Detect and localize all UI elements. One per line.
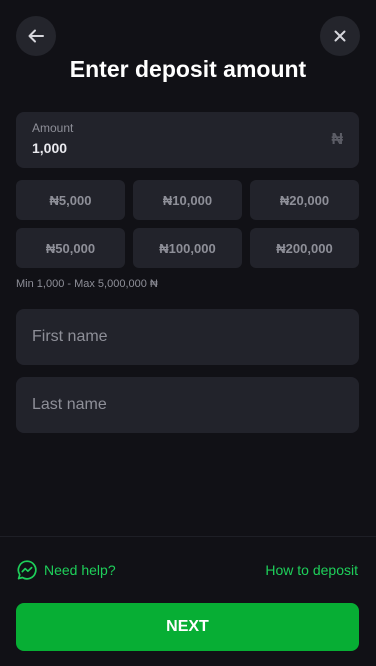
first-name-field[interactable]	[16, 309, 359, 365]
preset-10000-button[interactable]: ₦10,000	[133, 180, 242, 220]
amount-value[interactable]: 1,000	[32, 140, 67, 156]
deposit-screen: Enter deposit amount Amount 1,000 ₦ ₦5,0…	[0, 0, 376, 666]
need-help-link[interactable]: Need help?	[16, 558, 116, 582]
amount-input[interactable]: Amount 1,000 ₦	[16, 112, 359, 168]
chat-help-icon	[17, 560, 37, 580]
first-name-input[interactable]	[32, 309, 359, 365]
close-button[interactable]	[320, 16, 360, 56]
how-to-deposit-link[interactable]: How to deposit	[265, 562, 358, 578]
preset-5000-button[interactable]: ₦5,000	[16, 180, 125, 220]
back-button[interactable]	[16, 16, 56, 56]
last-name-input[interactable]	[32, 377, 359, 433]
amount-label: Amount	[32, 121, 74, 135]
preset-amounts: ₦5,000 ₦10,000 ₦20,000 ₦50,000 ₦100,000 …	[16, 180, 359, 268]
need-help-label: Need help?	[44, 562, 116, 578]
close-icon	[334, 30, 346, 42]
preset-50000-button[interactable]: ₦50,000	[16, 228, 125, 268]
amount-limits: Min 1,000 - Max 5,000,000 ₦	[16, 278, 158, 290]
last-name-field[interactable]	[16, 377, 359, 433]
page-title: Enter deposit amount	[69, 56, 307, 82]
preset-100000-button[interactable]: ₦100,000	[133, 228, 242, 268]
next-button[interactable]: NEXT	[16, 603, 359, 651]
currency-symbol: ₦	[331, 131, 343, 148]
preset-20000-button[interactable]: ₦20,000	[250, 180, 359, 220]
arrow-left-icon	[28, 29, 44, 43]
footer-divider	[0, 536, 376, 537]
preset-200000-button[interactable]: ₦200,000	[250, 228, 359, 268]
